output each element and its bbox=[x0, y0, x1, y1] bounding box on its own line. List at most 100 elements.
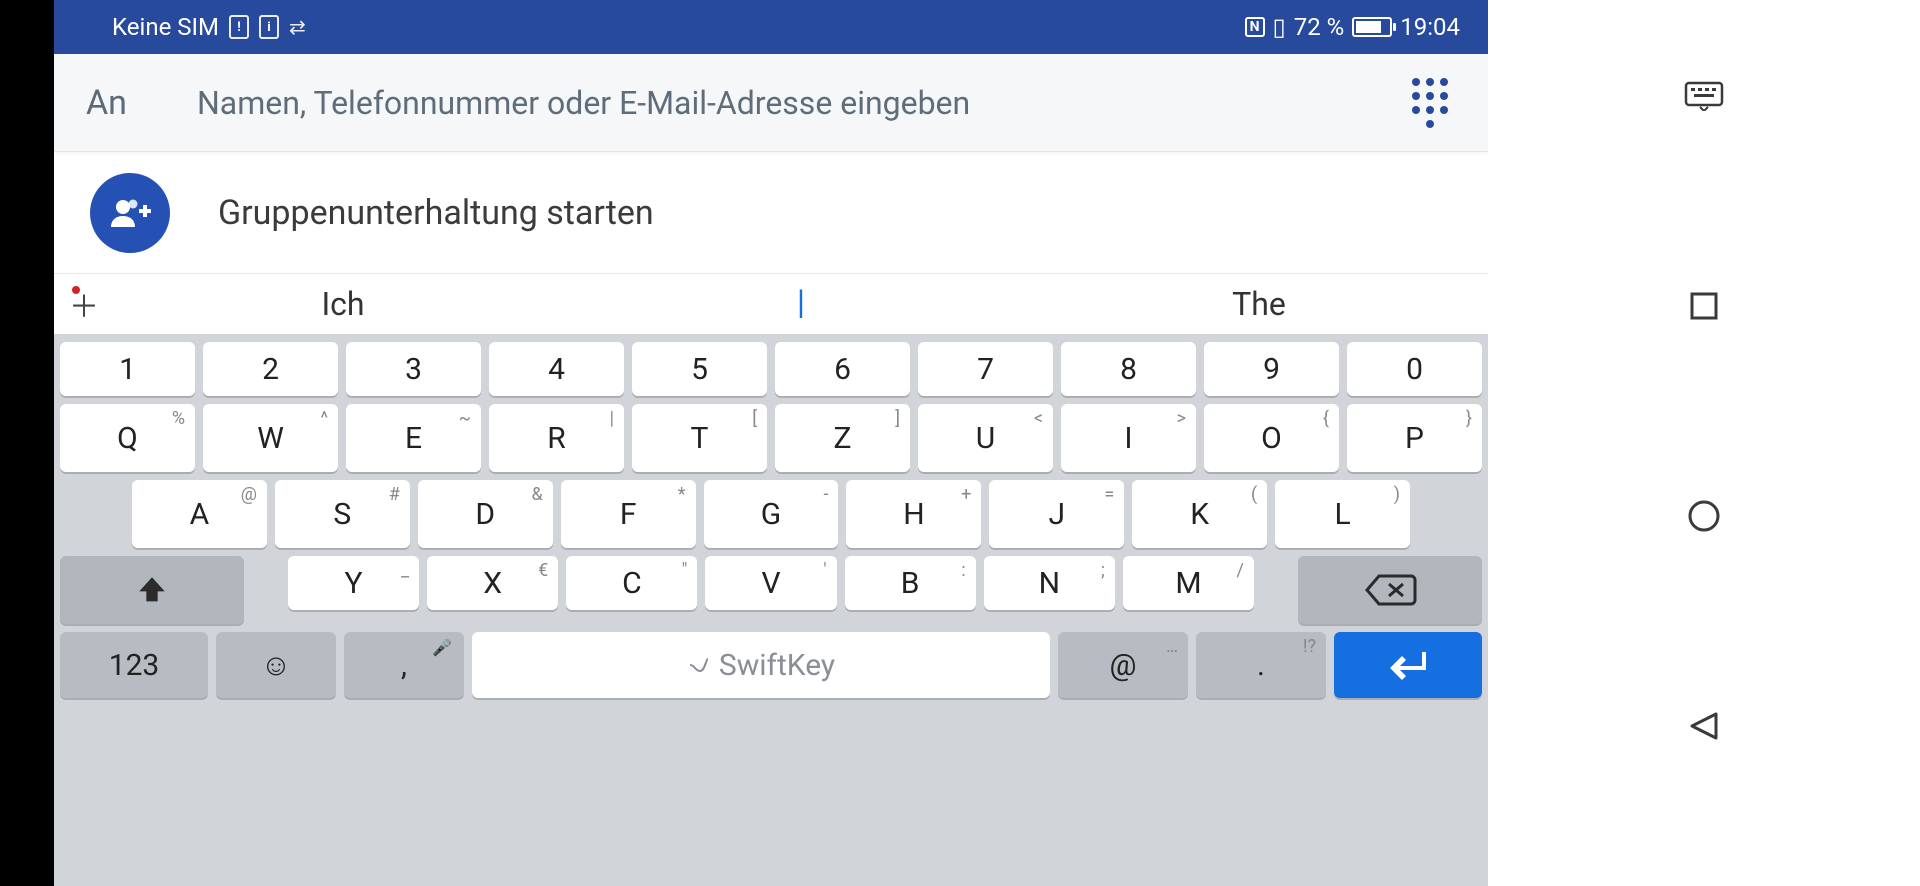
key-4[interactable]: 4 bbox=[489, 342, 624, 396]
key-h[interactable]: H+ bbox=[846, 480, 981, 548]
key-k[interactable]: K( bbox=[1132, 480, 1267, 548]
key-7[interactable]: 7 bbox=[918, 342, 1053, 396]
qwerty-row-2: A@S#D&F*G-H+J=K(L) bbox=[60, 480, 1482, 548]
key-secondary: - bbox=[823, 484, 828, 505]
key-z[interactable]: Z] bbox=[775, 404, 910, 472]
key-secondary: { bbox=[1323, 408, 1329, 429]
status-bar: Keine SIM ! i ⇄ N ▯ 72 % 19:04 bbox=[54, 0, 1488, 54]
key-n[interactable]: N; bbox=[984, 556, 1115, 610]
key-l[interactable]: L) bbox=[1275, 480, 1410, 548]
nav-home-button[interactable] bbox=[1684, 496, 1724, 536]
key-g[interactable]: G- bbox=[704, 480, 839, 548]
group-conversation-label: Gruppenunterhaltung starten bbox=[218, 193, 654, 233]
key-s[interactable]: S# bbox=[275, 480, 410, 548]
symbols-key[interactable]: 123 bbox=[60, 632, 208, 698]
key-secondary: & bbox=[531, 484, 542, 505]
nav-back-button[interactable] bbox=[1684, 706, 1724, 746]
key-secondary: : bbox=[961, 560, 965, 581]
key-5[interactable]: 5 bbox=[632, 342, 767, 396]
key-a[interactable]: A@ bbox=[132, 480, 267, 548]
key-d[interactable]: D& bbox=[418, 480, 553, 548]
emoji-key[interactable]: ☺ bbox=[216, 632, 336, 698]
suggestion-add-button[interactable]: ＋ bbox=[54, 282, 114, 326]
key-secondary: _ bbox=[401, 560, 409, 581]
clock-text: 19:04 bbox=[1400, 13, 1460, 41]
key-9[interactable]: 9 bbox=[1204, 342, 1339, 396]
swiftkey-logo-icon bbox=[687, 653, 711, 677]
nfc-icon: N bbox=[1245, 17, 1265, 37]
sim-alert-icon: ! bbox=[229, 15, 249, 39]
key-j[interactable]: J= bbox=[989, 480, 1124, 548]
data-transfer-icon: ⇄ bbox=[289, 15, 306, 39]
key-p[interactable]: P} bbox=[1347, 404, 1482, 472]
key-b[interactable]: B: bbox=[845, 556, 976, 610]
enter-icon bbox=[1388, 648, 1428, 682]
suggestion-1[interactable]: Ich bbox=[114, 285, 572, 323]
number-row: 1234567890 bbox=[60, 342, 1482, 396]
status-left: Keine SIM ! i ⇄ bbox=[112, 13, 306, 41]
sim-status-text: Keine SIM bbox=[112, 13, 219, 41]
key-0[interactable]: 0 bbox=[1347, 342, 1482, 396]
mic-icon: 🎤 bbox=[432, 638, 452, 657]
key-secondary: ' bbox=[823, 560, 826, 581]
key-secondary: ~ bbox=[459, 408, 471, 429]
key-u[interactable]: U< bbox=[918, 404, 1053, 472]
shift-key[interactable] bbox=[60, 556, 244, 624]
cursor-icon: I bbox=[796, 281, 807, 328]
key-3[interactable]: 3 bbox=[346, 342, 481, 396]
battery-icon bbox=[1352, 17, 1392, 37]
space-key[interactable]: SwiftKey bbox=[472, 632, 1050, 698]
key-secondary: } bbox=[1466, 408, 1472, 429]
key-w[interactable]: W^ bbox=[203, 404, 338, 472]
key-secondary: * bbox=[678, 484, 686, 505]
key-f[interactable]: F* bbox=[561, 480, 696, 548]
key-o[interactable]: O{ bbox=[1204, 404, 1339, 472]
qwerty-row-1: Q%W^E~R|T[Z]U<I>O{P} bbox=[60, 404, 1482, 472]
period-secondary: !? bbox=[1303, 636, 1316, 657]
suggestion-3[interactable]: The bbox=[1030, 285, 1488, 323]
key-t[interactable]: T[ bbox=[632, 404, 767, 472]
key-secondary: " bbox=[682, 560, 688, 581]
nav-recent-button[interactable] bbox=[1684, 286, 1724, 326]
key-1[interactable]: 1 bbox=[60, 342, 195, 396]
status-right: N ▯ 72 % 19:04 bbox=[1245, 13, 1460, 41]
key-m[interactable]: M/ bbox=[1123, 556, 1254, 610]
keyboard: 1234567890 Q%W^E~R|T[Z]U<I>O{P} A@S#D&F*… bbox=[54, 334, 1488, 886]
suggestion-2[interactable]: I bbox=[572, 281, 1030, 328]
key-secondary: ] bbox=[895, 408, 900, 429]
recipient-bar: An bbox=[54, 54, 1488, 152]
key-6[interactable]: 6 bbox=[775, 342, 910, 396]
at-secondary: … bbox=[1166, 636, 1178, 657]
group-add-icon bbox=[90, 173, 170, 253]
key-secondary: [ bbox=[752, 408, 757, 429]
key-i[interactable]: I> bbox=[1061, 404, 1196, 472]
key-e[interactable]: E~ bbox=[346, 404, 481, 472]
battery-percent: 72 % bbox=[1294, 13, 1345, 41]
key-v[interactable]: V' bbox=[705, 556, 836, 610]
start-group-conversation-row[interactable]: Gruppenunterhaltung starten bbox=[54, 152, 1488, 274]
key-q[interactable]: Q% bbox=[60, 404, 195, 472]
notification-dot-icon bbox=[72, 286, 80, 294]
key-y[interactable]: Y_ bbox=[288, 556, 419, 610]
hide-keyboard-button[interactable] bbox=[1684, 76, 1724, 116]
key-2[interactable]: 2 bbox=[203, 342, 338, 396]
key-c[interactable]: C" bbox=[566, 556, 697, 610]
key-secondary: < bbox=[1034, 408, 1043, 429]
dialpad-button[interactable] bbox=[1408, 81, 1452, 125]
enter-key[interactable] bbox=[1334, 632, 1482, 698]
key-8[interactable]: 8 bbox=[1061, 342, 1196, 396]
key-r[interactable]: R| bbox=[489, 404, 624, 472]
key-secondary: % bbox=[172, 408, 185, 429]
comma-key[interactable]: , 🎤 bbox=[344, 632, 464, 698]
key-secondary: # bbox=[389, 484, 400, 505]
key-x[interactable]: X€ bbox=[427, 556, 558, 610]
info-icon: i bbox=[259, 15, 279, 39]
comma-label: , bbox=[401, 648, 407, 683]
period-label: . bbox=[1257, 648, 1265, 683]
backspace-key[interactable] bbox=[1298, 556, 1482, 624]
vibrate-icon: ▯ bbox=[1273, 13, 1286, 41]
at-key[interactable]: @ … bbox=[1058, 632, 1188, 698]
left-black-bar bbox=[0, 0, 54, 886]
recipient-input[interactable] bbox=[197, 84, 1338, 122]
period-key[interactable]: . !? bbox=[1196, 632, 1326, 698]
